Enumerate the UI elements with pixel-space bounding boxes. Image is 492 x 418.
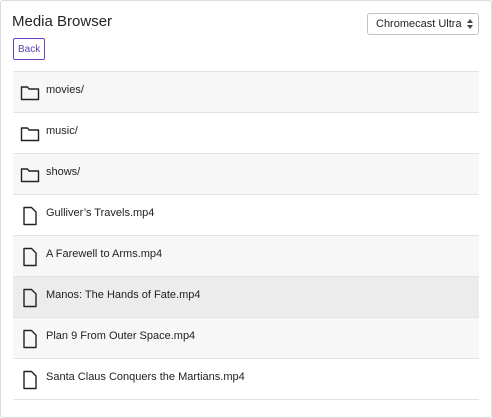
file-icon: [23, 288, 37, 308]
file-icon: [23, 206, 37, 226]
list-item-label: shows/: [46, 166, 81, 178]
list-item-label: Manos: The Hands of Fate.mp4: [46, 289, 201, 301]
list-item[interactable]: movies/: [13, 72, 479, 113]
list-item[interactable]: Plan 9 From Outer Space.mp4: [13, 318, 479, 359]
back-button[interactable]: Back: [13, 38, 46, 60]
media-browser-panel: Media Browser Chromecast Ultra Back movi…: [0, 0, 492, 418]
list-item[interactable]: A Farewell to Arms.mp4: [13, 236, 479, 277]
file-icon: [23, 247, 37, 267]
device-select-value: Chromecast Ultra: [376, 18, 462, 30]
list-item-label: Santa Claus Conquers the Martians.mp4: [46, 371, 245, 383]
list-item-label: A Farewell to Arms.mp4: [46, 248, 163, 260]
select-arrows-icon: [467, 19, 473, 29]
list-item[interactable]: music/: [13, 113, 479, 154]
list-item-label: movies/: [46, 84, 84, 96]
folder-icon: [20, 168, 40, 183]
list-item[interactable]: shows/: [13, 154, 479, 195]
list-item-label: Gulliver’s Travels.mp4: [46, 207, 155, 219]
list-item[interactable]: Manos: The Hands of Fate.mp4: [13, 277, 479, 318]
file-icon: [23, 370, 37, 390]
device-select[interactable]: Chromecast Ultra: [367, 13, 479, 35]
file-icon: [23, 329, 37, 349]
list-item-label: Plan 9 From Outer Space.mp4: [46, 330, 196, 342]
list-item[interactable]: Santa Claus Conquers the Martians.mp4: [13, 359, 479, 400]
list-item[interactable]: Gulliver’s Travels.mp4: [13, 195, 479, 236]
folder-icon: [20, 86, 40, 101]
list-item-label: music/: [46, 125, 78, 137]
media-list: movies/ music/ shows/ Gulliver’s Travels…: [13, 71, 479, 400]
page-title: Media Browser: [12, 13, 113, 30]
folder-icon: [20, 127, 40, 142]
